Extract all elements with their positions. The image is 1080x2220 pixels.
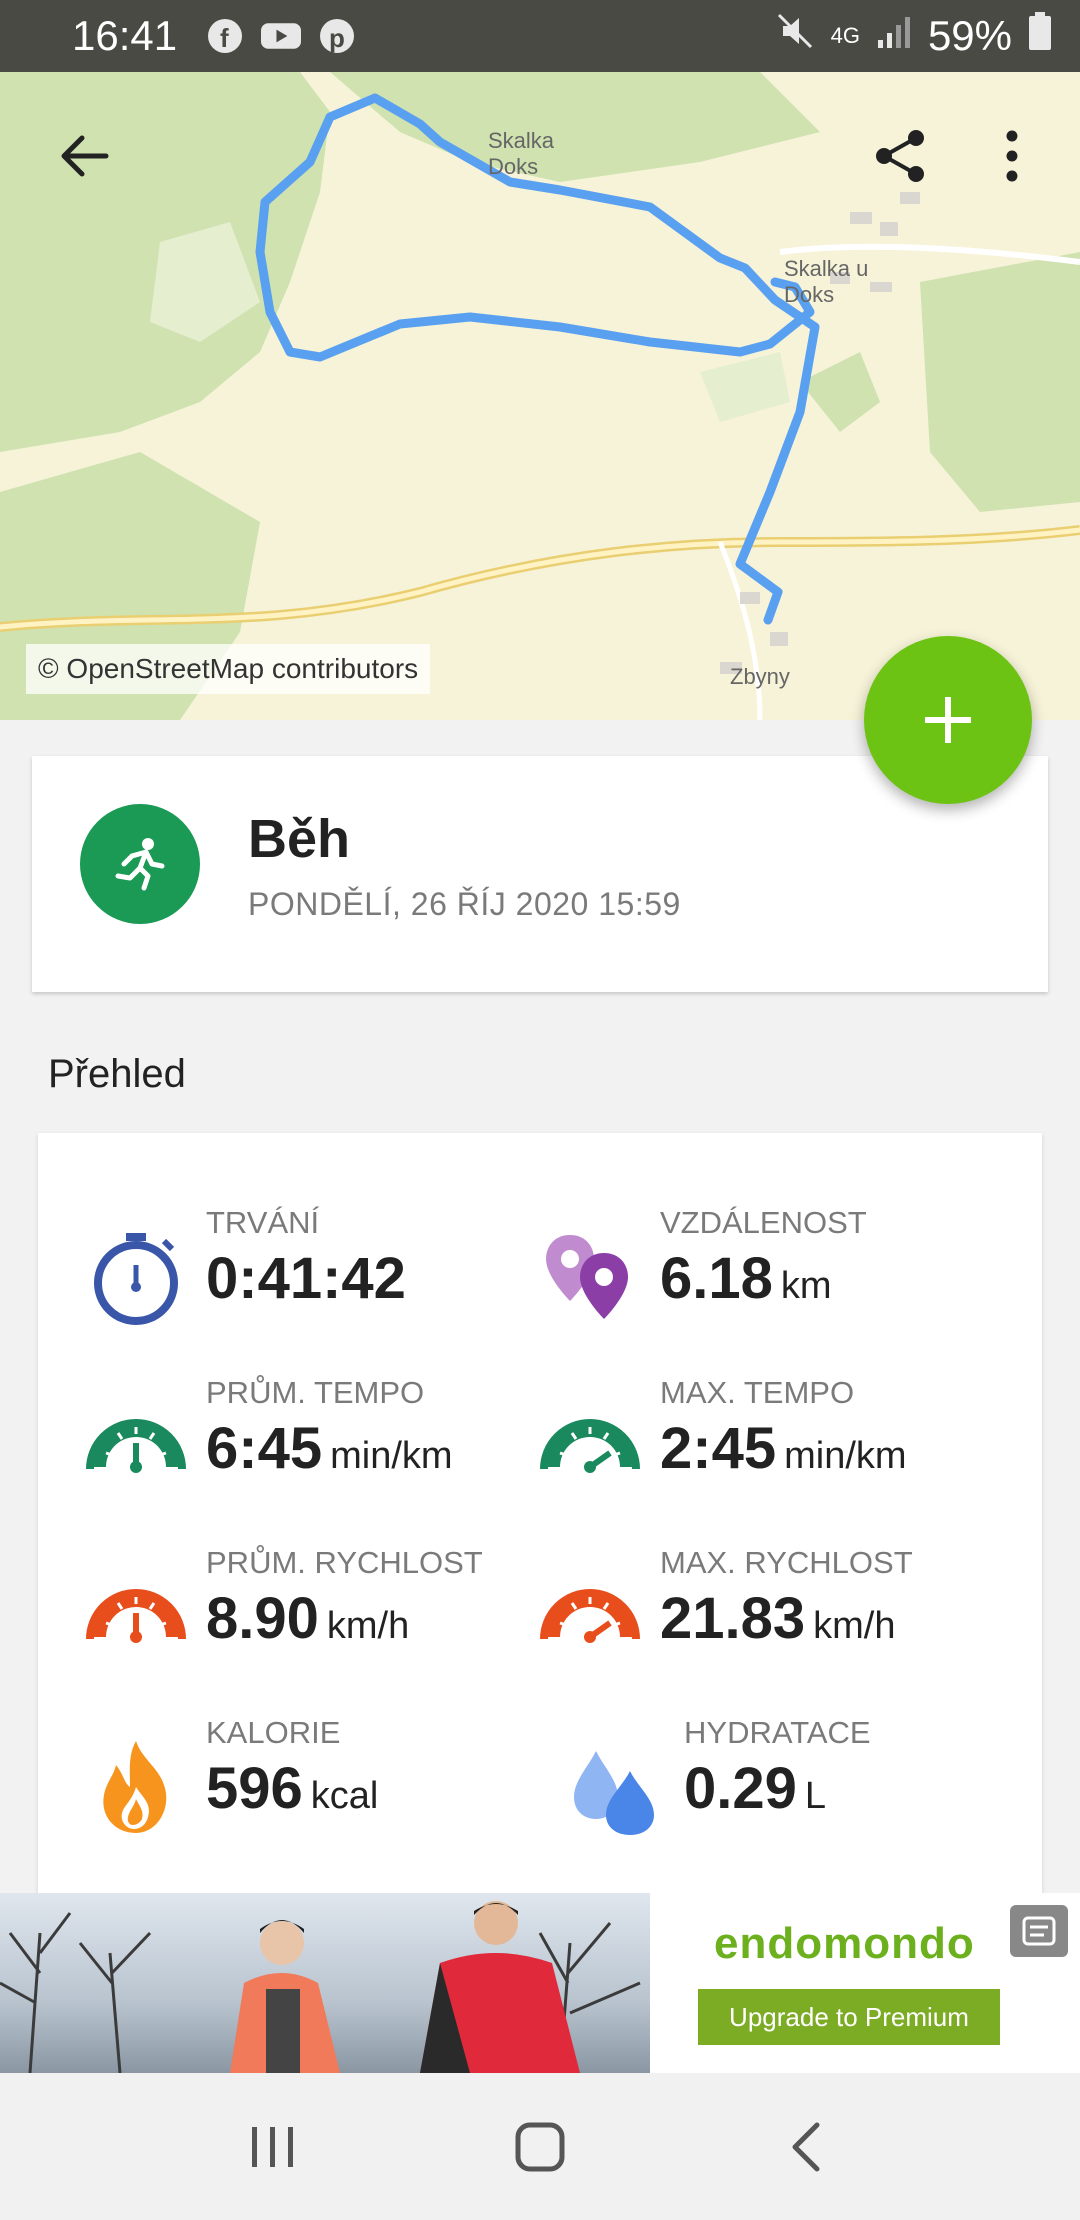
battery-icon [1028,11,1052,61]
mute-icon [775,11,815,61]
speedometer-red-icon [86,1589,186,1643]
stat-value: 0:41:42 [206,1246,406,1311]
water-drops-icon [574,1751,654,1835]
speedometer-red-max-icon [540,1589,640,1643]
stat-value-wrap: 21.83 km/h [660,1585,896,1652]
activity-card: Běh PONDĚLÍ, 26 ŘÍJ 2020 15:59 [32,756,1048,992]
stat-label: PRŮM. RYCHLOST [206,1545,483,1580]
stat-value: 596 [206,1756,303,1821]
stat-value-wrap: 8.90 km/h [206,1585,409,1652]
pinterest-icon: p [317,16,357,56]
stat-avg-pace: PRŮM. TEMPO 6:45 min/km [38,1375,498,1525]
app-root: 16:41 f p 4G 59% Skalka Doks Skalka u Do… [0,0,1080,2220]
nav-recents-button[interactable] [213,2087,333,2207]
activity-title: Běh [248,809,351,869]
stat-label: MAX. TEMPO [660,1375,855,1410]
back-button[interactable] [34,106,134,206]
stat-value: 21.83 [660,1586,806,1651]
ad-choices-icon [1022,1916,1056,1946]
overview-title: Přehled [48,1052,186,1096]
route-map[interactable]: Skalka Doks Skalka u Doks Zbyny © OpenSt… [0,72,1080,720]
back-icon [792,2122,820,2171]
running-icon [80,804,200,924]
stat-value-wrap: 6.18 km [660,1245,832,1312]
stat-unit: km/h [326,1605,410,1647]
stat-hydration: HYDRATACE 0.29 L [516,1715,976,1865]
stopwatch-icon [94,1233,178,1325]
stat-value-wrap: 0:41:42 [206,1245,406,1312]
share-button[interactable] [850,106,950,206]
svg-text:f: f [220,23,229,53]
facebook-icon: f [205,16,245,56]
recents-icon [252,2126,294,2167]
home-icon [515,2122,565,2171]
ad-close-button[interactable] [1010,1905,1068,1957]
status-bar: 16:41 f p 4G 59% [0,0,1080,72]
nav-back-button[interactable] [747,2087,867,2207]
nav-home-button[interactable] [480,2087,600,2207]
ad-brand-logo: endomondo [714,1919,975,1968]
system-nav-bar [0,2073,1080,2220]
status-time: 16:41 [72,12,178,59]
stat-value: 8.90 [206,1586,319,1651]
network-type: 4G [830,23,860,48]
stat-label: TRVÁNÍ [206,1205,320,1240]
stat-unit: kcal [310,1775,379,1817]
stat-value-wrap: 2:45 min/km [660,1415,907,1482]
stat-value: 6:45 [206,1416,323,1481]
more-vertical-icon [1006,130,1018,182]
stat-value: 2:45 [660,1416,777,1481]
svg-text:p: p [329,23,345,53]
stat-label: HYDRATACE [684,1715,871,1750]
stat-label: VZDÁLENOST [660,1205,867,1240]
stat-max-pace: MAX. TEMPO 2:45 min/km [492,1375,952,1525]
more-options-button[interactable] [962,106,1062,206]
add-button[interactable] [864,636,1032,804]
arrow-left-icon [61,135,109,177]
stat-value-wrap: 0.29 L [684,1755,826,1822]
stat-value-wrap: 6:45 min/km [206,1415,453,1482]
youtube-icon [261,16,302,56]
speedometer-green-icon [86,1419,186,1473]
stat-duration: TRVÁNÍ 0:41:42 [38,1205,498,1355]
stat-distance: VZDÁLENOST 6.18 km [492,1205,952,1355]
stat-max-speed: MAX. RYCHLOST 21.83 km/h [492,1545,952,1695]
location-pins-icon [546,1235,628,1319]
ad-image [0,1893,650,2073]
place-label-zbyny: Zbyny [730,664,790,689]
stat-unit: km/h [813,1605,896,1647]
upgrade-button[interactable]: Upgrade to Premium [698,1989,1000,2045]
share-icon [876,130,924,182]
map-attribution[interactable]: © OpenStreetMap contributors [26,644,431,694]
stat-unit: km [780,1265,832,1307]
stat-label: MAX. RYCHLOST [660,1545,913,1580]
place-label-skalka-doks: Skalka Doks [488,128,555,179]
overview-stats-card: TRVÁNÍ 0:41:42 VZDÁLENOST 6.18 km PRŮM. … [38,1133,1042,1893]
stat-unit: L [804,1775,827,1817]
flame-icon [103,1741,167,1833]
stat-avg-speed: PRŮM. RYCHLOST 8.90 km/h [38,1545,498,1695]
stat-unit: min/km [330,1435,453,1477]
battery-percent: 59% [927,12,1012,59]
stat-unit: min/km [784,1435,907,1477]
plus-icon [925,697,971,743]
ad-banner[interactable]: endomondo Upgrade to Premium [0,1893,1080,2073]
stat-value: 0.29 [684,1756,797,1821]
stat-value-wrap: 596 kcal [206,1755,378,1822]
place-label-skalka-u-doks: Skalka u Doks [784,256,869,307]
stat-value: 6.18 [660,1246,773,1311]
stat-label: KALORIE [206,1715,341,1750]
signal-icon [876,12,912,60]
stat-label: PRŮM. TEMPO [206,1375,425,1410]
speedometer-green-max-icon [540,1419,640,1473]
activity-date: PONDĚLÍ, 26 ŘÍJ 2020 15:59 [248,886,681,922]
stat-calories: KALORIE 596 kcal [38,1715,498,1865]
